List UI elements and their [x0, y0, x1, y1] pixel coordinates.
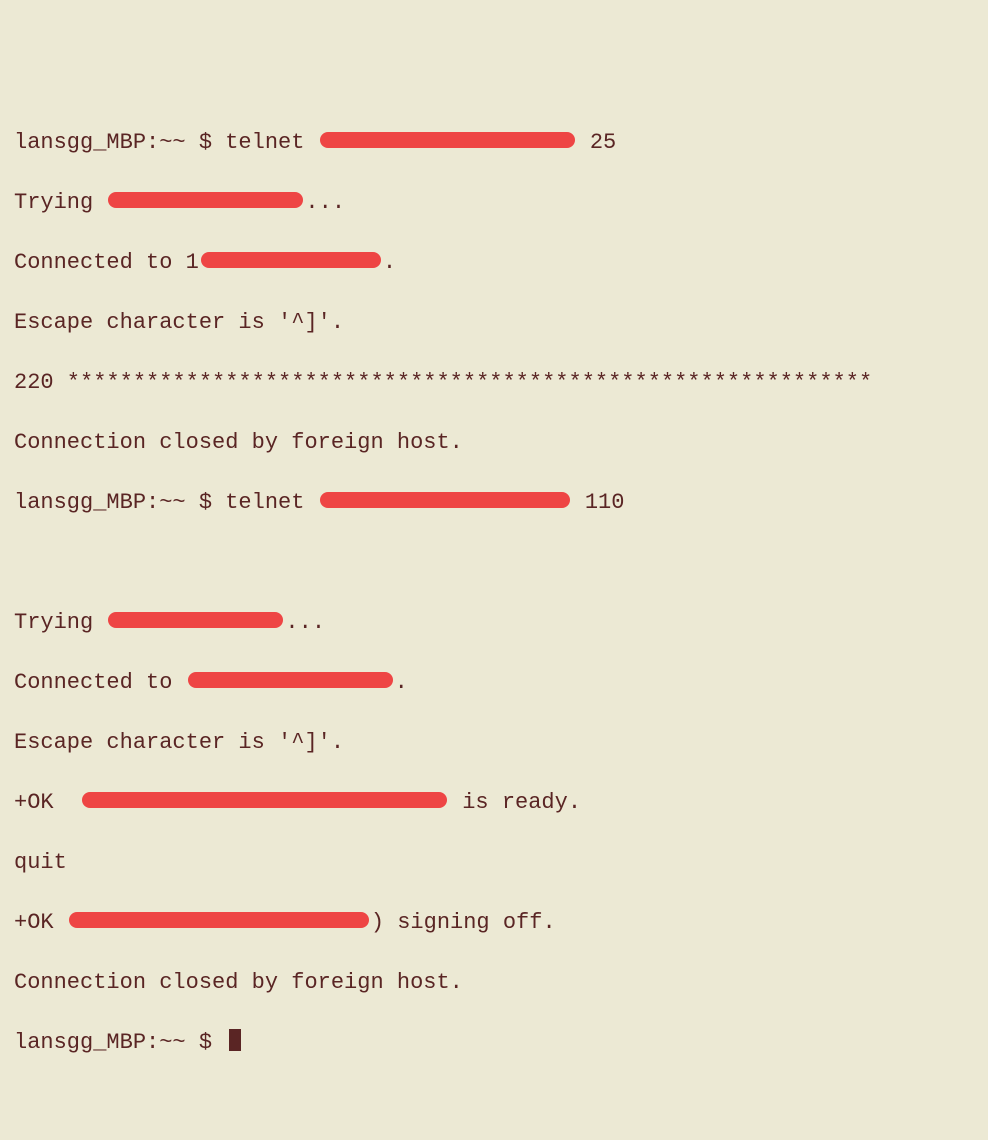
redacted-ip: [108, 192, 303, 208]
terminal-line: Escape character is '^]'.: [14, 728, 974, 758]
connected-text: Connected to 1: [14, 250, 199, 275]
terminal-line: Connection closed by foreign host.: [14, 428, 974, 458]
terminal-line: Connected to .: [14, 668, 974, 698]
connected-text: Connected to: [14, 670, 186, 695]
ok-text: +OK: [14, 910, 67, 935]
redacted-server: [82, 792, 447, 808]
terminal-line: Trying ...: [14, 608, 974, 638]
terminal-line: +OK is ready.: [14, 788, 974, 818]
trying-suffix: ...: [305, 190, 345, 215]
terminal-line: Connected to 1.: [14, 248, 974, 278]
terminal-line: +OK ) signing off.: [14, 908, 974, 938]
terminal-line: Trying ...: [14, 188, 974, 218]
connected-suffix: .: [383, 250, 396, 275]
trying-text: Trying: [14, 190, 106, 215]
terminal-line: quit: [14, 848, 974, 878]
terminal-line: lansgg_MBP:~~ $ telnet 25: [14, 128, 974, 158]
trying-suffix: ...: [285, 610, 325, 635]
redacted-server: [69, 912, 369, 928]
quit-command: quit: [14, 850, 67, 875]
redacted-host: [320, 132, 575, 148]
closed-text: Connection closed by foreign host.: [14, 970, 463, 995]
closed-text: Connection closed by foreign host.: [14, 430, 463, 455]
banner-text: 220 ************************************…: [14, 370, 872, 395]
escape-text: Escape character is '^]'.: [14, 310, 344, 335]
cursor-icon: [229, 1029, 241, 1051]
terminal-line: [14, 548, 974, 578]
prompt-text: lansgg_MBP:~~ $ telnet: [14, 490, 318, 515]
terminal-line: Connection closed by foreign host.: [14, 968, 974, 998]
escape-text: Escape character is '^]'.: [14, 730, 344, 755]
trying-text: Trying: [14, 610, 106, 635]
prompt-text: lansgg_MBP:~~ $: [14, 1030, 225, 1055]
terminal-line: Escape character is '^]'.: [14, 308, 974, 338]
ok-suffix: is ready.: [449, 790, 581, 815]
redacted-host: [320, 492, 570, 508]
port-text: 25: [577, 130, 617, 155]
prompt-text: lansgg_MBP:~~ $ telnet: [14, 130, 318, 155]
ok-suffix: ) signing off.: [371, 910, 556, 935]
terminal-line: lansgg_MBP:~~ $ telnet 110: [14, 488, 974, 518]
redacted-ip: [108, 612, 283, 628]
port-text: 110: [572, 490, 625, 515]
ok-text: +OK: [14, 790, 80, 815]
redacted-ip: [201, 252, 381, 268]
redacted-ip: [188, 672, 393, 688]
connected-suffix: .: [395, 670, 408, 695]
terminal-line[interactable]: lansgg_MBP:~~ $: [14, 1028, 974, 1058]
terminal-line: 220 ************************************…: [14, 368, 974, 398]
